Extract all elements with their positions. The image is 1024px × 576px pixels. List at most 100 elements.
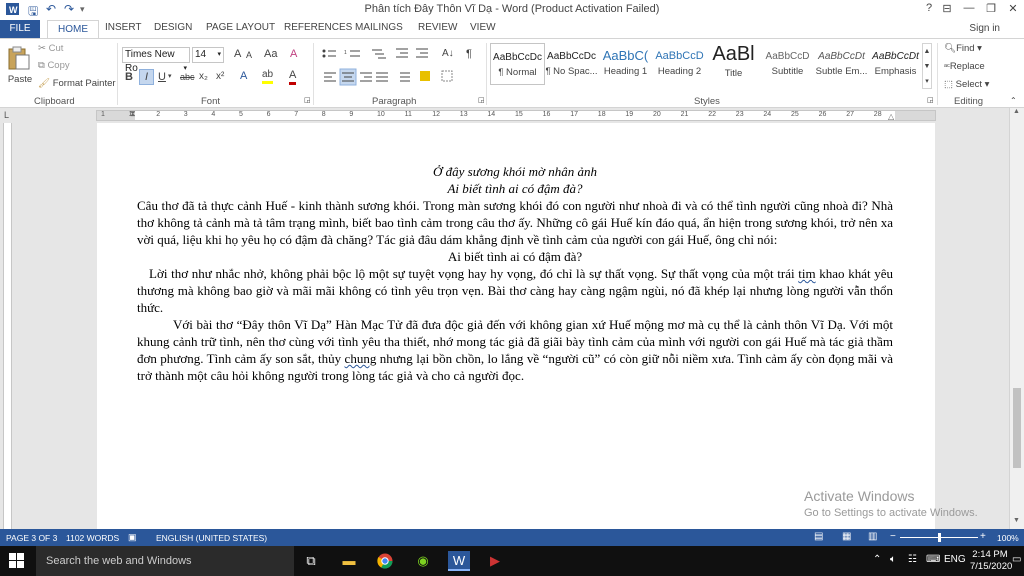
increase-indent-icon[interactable] [416,48,428,58]
page[interactable]: Ở đây sương khói mờ nhân ảnh Ai biết tìn… [97,123,935,529]
highlight-button[interactable]: ab [262,69,274,84]
ime-icon[interactable]: ⌨︎ [926,554,940,565]
style-no-spacing[interactable]: AaBbCcDc ¶ No Spac... [544,43,599,85]
underline-button[interactable]: U [158,71,166,83]
italic-button[interactable]: I [139,69,154,85]
ribbon-display-button[interactable]: ⊟ [936,2,958,15]
line-spacing-icon[interactable] [400,72,410,82]
scrollbar-thumb[interactable] [1013,388,1021,468]
poem-line[interactable]: Ai biết tình ai có đậm đà? [137,180,893,197]
scroll-down-icon[interactable]: ▼ [923,59,931,74]
zoom-slider-thumb[interactable] [938,533,941,542]
network-icon[interactable]: ☷ [908,554,917,565]
scroll-up-icon[interactable]: ▲ [923,44,931,59]
find-button[interactable]: 🔍︎Find ▾ [944,43,982,54]
spelling-flagged-word[interactable]: chung [345,351,377,366]
dialog-launcher-icon[interactable]: ◲ [478,96,485,104]
horizontal-ruler[interactable]: L 1 1 2 3 4 5 6 7 8 9 10 11 12 13 14 15 16 17 18 19 20 21 22 23… [0,108,1024,123]
chevron-down-icon[interactable]: ▾ [168,72,172,80]
zoom-level[interactable]: 100% [997,533,1019,543]
sort-icon[interactable]: A↓ [442,48,454,59]
replace-button[interactable]: ᵃᶜReplace [944,61,985,72]
font-color-button[interactable]: A [289,69,297,85]
grow-font-icon[interactable]: A [234,48,241,60]
tab-view[interactable]: VIEW [470,22,496,33]
web-layout-icon[interactable]: ▥ [868,531,877,542]
paste-button[interactable]: Paste [6,45,34,91]
shrink-font-icon[interactable]: A [246,50,252,60]
align-left-icon[interactable] [324,72,336,82]
borders-icon[interactable] [441,70,453,82]
chrome-icon[interactable] [374,551,396,571]
scroll-up-icon[interactable]: ▲ [1013,108,1020,115]
tab-design[interactable]: DESIGN [154,22,192,33]
print-layout-icon[interactable]: ▦ [842,531,851,542]
spelling-flagged-word[interactable]: tim [798,266,815,281]
multilevel-list-icon[interactable] [372,49,386,59]
clear-formatting-icon[interactable]: A [290,48,297,60]
file-explorer-icon[interactable]: ▬ [338,551,360,571]
format-painter-button[interactable]: 🖌 Format Painter [38,78,116,89]
collapse-ribbon-icon[interactable]: ⌃ [1010,96,1017,105]
bold-button[interactable]: B [125,71,133,83]
tab-home[interactable]: HOME [47,20,99,39]
more-styles-icon[interactable]: ▾ [923,74,931,89]
paragraph[interactable]: Câu thơ đã tả thực cảnh Huế - kinh thành… [137,197,893,248]
word-taskbar-icon[interactable]: W [448,551,470,571]
minimize-button[interactable]: — [958,2,980,14]
zoom-in-icon[interactable]: + [980,531,986,542]
show-marks-icon[interactable]: ¶ [466,48,472,60]
paragraph[interactable]: Với bài thơ “Đây thôn Vĩ Dạ” Hàn Mạc Tử … [137,316,893,384]
tab-insert[interactable]: INSERT [105,22,142,33]
word-count[interactable]: 1102 WORDS [66,533,119,543]
font-family-dropdown[interactable]: Times New Ro ▾ [122,47,190,74]
paragraph[interactable]: Lời thơ như nhắc nhở, không phải bộc lộ … [137,265,893,316]
page-count[interactable]: PAGE 3 OF 3 [6,533,57,543]
dialog-launcher-icon[interactable]: ◲ [304,96,311,104]
style-subtitle[interactable]: AaBbCcD Subtitle [760,43,815,85]
scroll-down-icon[interactable]: ▼ [1013,517,1020,524]
windows-start-icon[interactable] [6,551,28,571]
task-view-icon[interactable]: ⧉ [300,551,322,571]
document-body[interactable]: Ở đây sương khói mờ nhân ảnh Ai biết tìn… [137,163,893,384]
style-heading-1[interactable]: AaBbC(Heading 1 [598,43,653,85]
strikethrough-button[interactable]: abc [180,72,195,82]
app-icon[interactable]: ◉ [412,551,434,571]
font-size-dropdown[interactable]: 14 ▾ [192,47,224,63]
tab-mailings[interactable]: MAILINGS [355,22,403,33]
zoom-out-icon[interactable]: − [890,531,896,542]
tab-selector-icon[interactable]: L [4,110,9,120]
language-indicator[interactable]: ENG [944,554,966,565]
numbering-icon[interactable]: 1 [344,50,360,57]
style-title[interactable]: AaBl Title [706,43,761,85]
styles-scroll[interactable]: ▲ ▼ ▾ [922,43,932,89]
poem-line[interactable]: Ở đây sương khói mờ nhân ảnh [137,163,893,180]
app-icon[interactable]: ▶ [484,551,506,571]
right-indent-marker-icon[interactable]: △ [888,112,894,121]
tab-page-layout[interactable]: PAGE LAYOUT [206,22,275,33]
proofing-icon[interactable]: ▣ [128,532,137,543]
clock[interactable]: 2:14 PM 7/15/2020 [970,549,1012,573]
tab-file[interactable]: FILE [0,20,40,38]
justify-icon[interactable] [376,72,388,82]
quote-line[interactable]: Ai biết tình ai có đậm đà? [137,248,893,265]
change-case-icon[interactable]: Aa [264,48,277,60]
restore-button[interactable]: ❐ [980,2,1002,15]
bullets-icon[interactable] [322,49,337,58]
shading-icon[interactable] [420,71,430,81]
copy-button[interactable]: ⧉ Copy [38,60,70,71]
tray-expand-icon[interactable]: ⌃ [873,554,881,565]
text-effects-button[interactable]: A [240,70,247,82]
close-button[interactable]: ✕ [1002,2,1024,15]
tab-references[interactable]: REFERENCES [284,22,352,33]
cut-button[interactable]: ✂ Cut [38,43,63,54]
select-button[interactable]: ⬚ Select ▾ [944,79,989,90]
notifications-icon[interactable]: ▭ [1012,554,1021,565]
language[interactable]: ENGLISH (UNITED STATES) [156,533,267,543]
document-area[interactable]: Ở đây sương khói mờ nhân ảnh Ai biết tìn… [15,123,1009,529]
style-subtle-emphasis[interactable]: AaBbCcDt Subtle Em... [814,43,869,85]
tab-review[interactable]: REVIEW [418,22,457,33]
sign-in-link[interactable]: Sign in [969,23,1000,34]
dialog-launcher-icon[interactable]: ◲ [927,96,934,104]
indent-marker-icon[interactable]: ⧗ [130,109,136,119]
